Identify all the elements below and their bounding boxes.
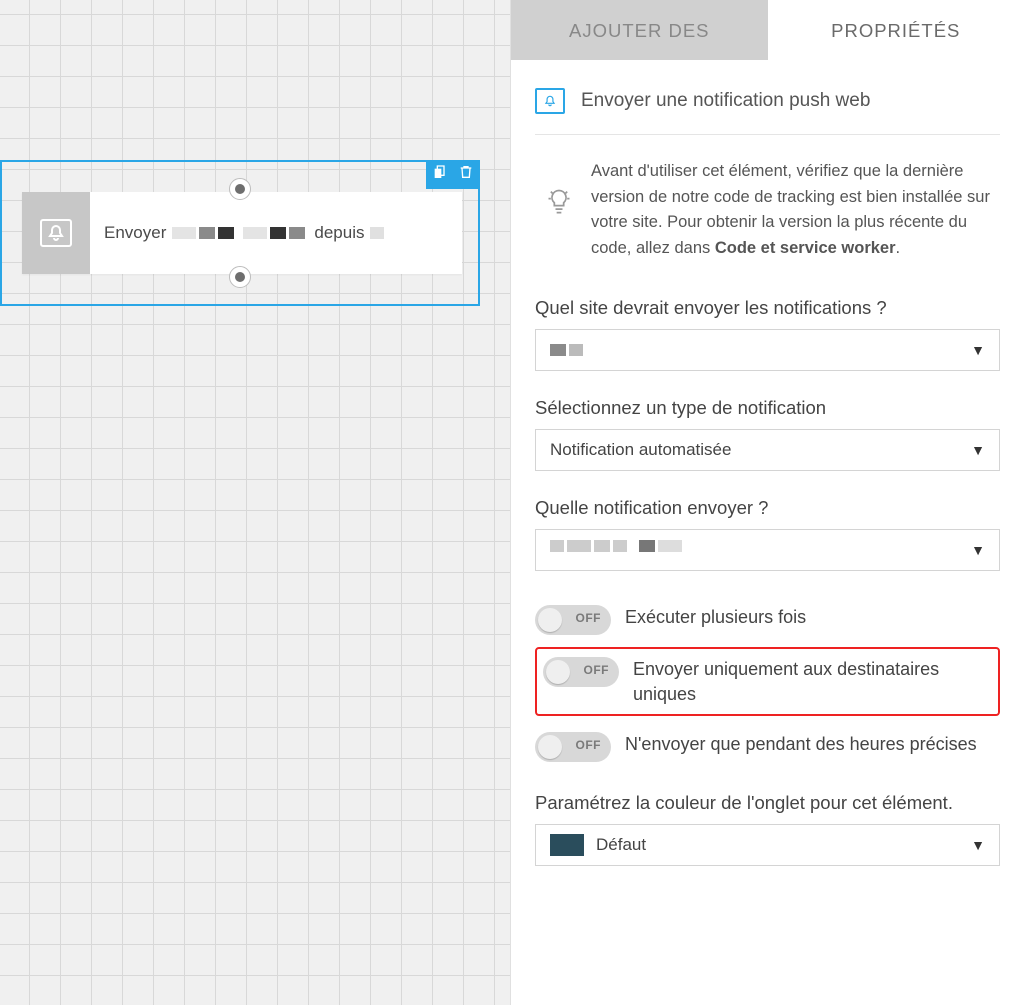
site-label: Quel site devrait envoyer les notificati… (535, 297, 1000, 319)
toggle-specific-hours: OFF N'envoyer que pendant des heures pré… (535, 724, 1000, 770)
toggle-unique-recipients-switch[interactable]: OFF (543, 657, 619, 687)
which-label: Quelle notification envoyer ? (535, 497, 1000, 519)
chevron-down-icon: ▼ (971, 442, 985, 458)
color-label: Paramétrez la couleur de l'onglet pour c… (535, 792, 1000, 814)
workflow-canvas[interactable]: Envoyer depuis (0, 0, 510, 1005)
element-title: Envoyer une notification push web (581, 90, 870, 112)
node-summary: Envoyer depuis (90, 223, 401, 243)
side-panel: AJOUTER DES PROPRIÉTÉS Envoyer une notif… (510, 0, 1024, 1005)
toggle-run-multiple: OFF Exécuter plusieurs fois (535, 597, 1000, 643)
tab-properties[interactable]: PROPRIÉTÉS (768, 0, 1024, 60)
bell-icon (535, 88, 565, 114)
element-header: Envoyer une notification push web (535, 88, 1000, 135)
type-label: Sélectionnez un type de notification (535, 397, 1000, 419)
tab-add[interactable]: AJOUTER DES (511, 0, 768, 60)
chevron-down-icon: ▼ (971, 342, 985, 358)
node-output-port[interactable] (229, 266, 251, 288)
site-select[interactable]: ▼ (535, 329, 1000, 371)
toggle-run-multiple-switch[interactable]: OFF (535, 605, 611, 635)
selected-node[interactable]: Envoyer depuis (0, 160, 480, 306)
color-swatch (550, 834, 584, 856)
which-select[interactable]: ▼ (535, 529, 1000, 571)
node-toolbar (426, 160, 480, 189)
push-notification-icon (22, 192, 90, 274)
toggle-unique-recipients: OFF Envoyer uniquement aux destinataires… (535, 647, 1000, 716)
color-select[interactable]: Défaut ▼ (535, 824, 1000, 866)
help-callout: Avant d'utiliser cet élément, vérifiez q… (535, 159, 1000, 261)
toggle-specific-hours-switch[interactable]: OFF (535, 732, 611, 762)
chevron-down-icon: ▼ (971, 837, 985, 853)
panel-tabs: AJOUTER DES PROPRIÉTÉS (511, 0, 1024, 60)
duplicate-icon[interactable] (432, 164, 448, 185)
delete-icon[interactable] (458, 164, 474, 185)
lightbulb-icon (545, 187, 573, 261)
node-input-port[interactable] (229, 178, 251, 200)
chevron-down-icon: ▼ (971, 542, 985, 558)
node-card[interactable]: Envoyer depuis (22, 192, 462, 274)
type-select[interactable]: Notification automatisée ▼ (535, 429, 1000, 471)
